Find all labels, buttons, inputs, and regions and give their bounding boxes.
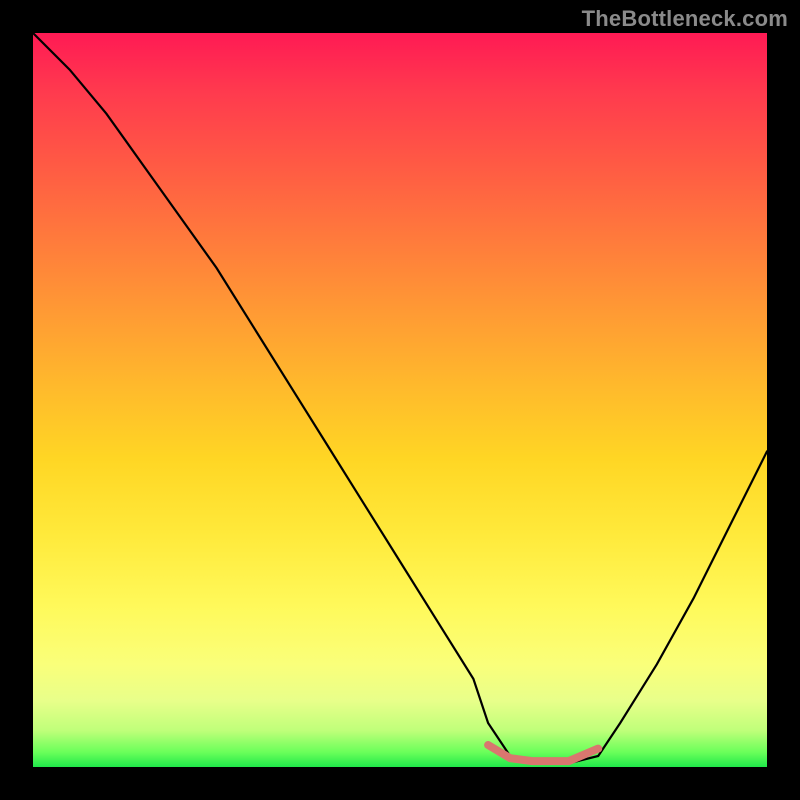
bottleneck-curve [33,33,767,763]
chart-frame: TheBottleneck.com [0,0,800,800]
chart-svg [33,33,767,767]
watermark-text: TheBottleneck.com [582,6,788,32]
